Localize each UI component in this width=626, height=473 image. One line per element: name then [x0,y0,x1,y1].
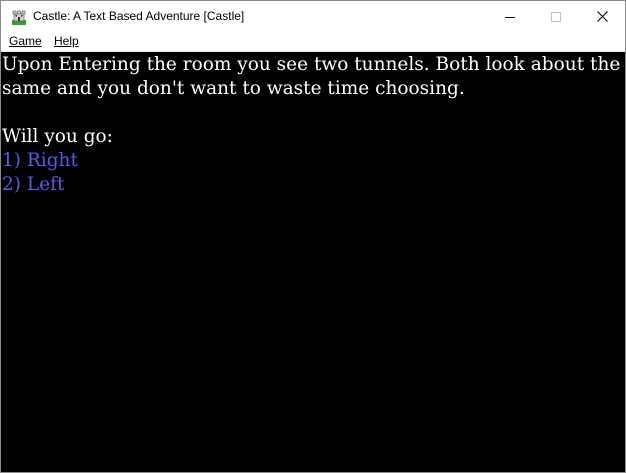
menu-bar: Game Help [1,32,625,52]
close-button[interactable] [579,1,625,32]
minimize-icon [505,16,515,18]
window-title: Castle: A Text Based Adventure [Castle] [33,9,245,23]
close-icon [596,11,608,22]
narration-line-1: Upon Entering the room you see two tunne… [2,54,621,75]
minimize-button[interactable] [487,1,533,32]
castle-app-icon [11,9,27,25]
menu-game[interactable]: Game [9,34,42,48]
game-text-console: Upon Entering the room you see two tunne… [1,52,625,472]
maximize-icon [551,11,561,22]
menu-help[interactable]: Help [54,34,79,48]
maximize-button[interactable] [533,1,579,32]
choice-right[interactable]: 1) Right [2,149,625,173]
app-window: Castle: A Text Based Adventure [Castle] … [0,0,626,473]
choice-left[interactable]: 2) Left [2,173,625,197]
choice-prompt: Will you go: [2,126,113,147]
narration-line-2: same and you don't want to waste time ch… [2,78,465,99]
title-bar[interactable]: Castle: A Text Based Adventure [Castle] [1,1,625,32]
